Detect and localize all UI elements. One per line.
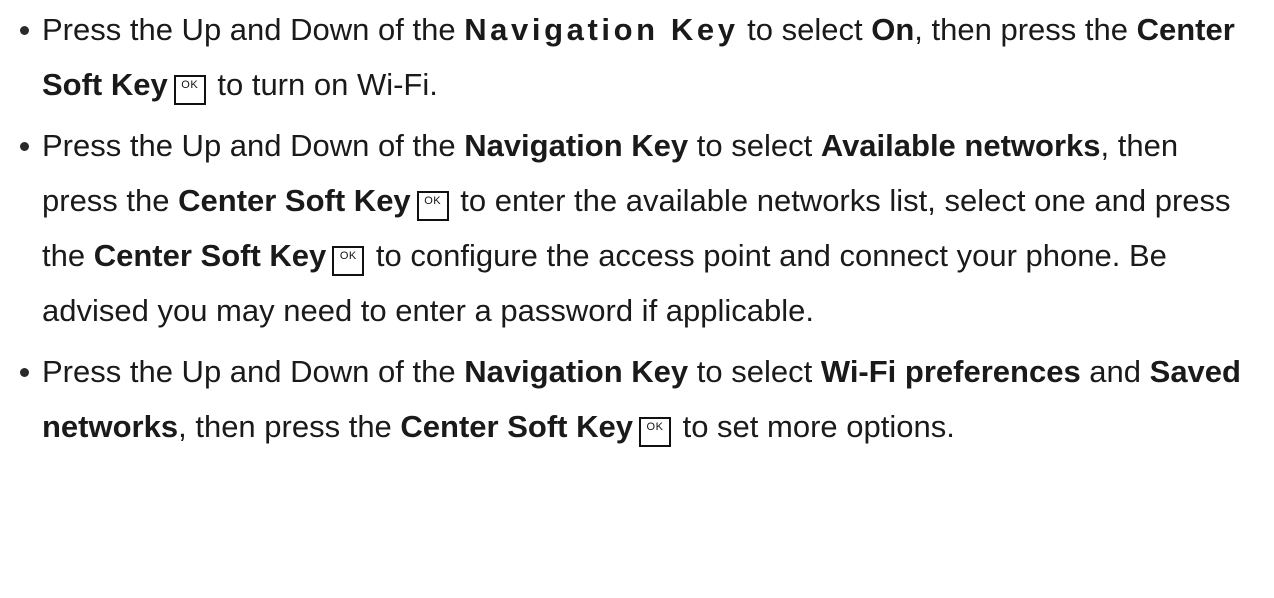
instruction-list: Press the Up and Down of the Navigation … xyxy=(0,0,1274,454)
instruction-text: to turn on Wi-Fi. xyxy=(208,67,438,102)
instruction-text: and xyxy=(1080,354,1150,389)
ok-key-icon: OK xyxy=(173,75,206,105)
list-item-wifi-preferences: Press the Up and Down of the Navigation … xyxy=(0,344,1274,454)
bullet-icon xyxy=(20,368,29,377)
key-name-center-soft: Center Soft Key xyxy=(178,183,411,218)
list-item-available-networks: Press the Up and Down of the Navigation … xyxy=(0,118,1274,338)
instruction-text: to set more options. xyxy=(673,409,955,444)
key-name-center-soft: Center Soft Key xyxy=(400,409,633,444)
option-name-available-networks: Available networks xyxy=(820,128,1101,163)
key-name-navigation: Navigation Key xyxy=(464,12,739,47)
bullet-icon xyxy=(20,142,29,151)
ok-key-icon: OK xyxy=(638,417,671,447)
instruction-text: Press the Up and Down of the xyxy=(42,354,465,389)
instruction-text: to select xyxy=(688,354,821,389)
instruction-text: to select xyxy=(688,128,821,163)
ok-key-icon: OK xyxy=(416,191,449,221)
ok-key-icon: OK xyxy=(332,246,365,276)
key-name-navigation: Navigation Key xyxy=(464,354,689,389)
list-item-turn-on-wifi: Press the Up and Down of the Navigation … xyxy=(0,2,1274,112)
instruction-text: , then press the xyxy=(178,409,401,444)
key-name-center-soft: Center Soft Key xyxy=(93,238,327,273)
key-name-navigation: Navigation Key xyxy=(464,128,689,163)
option-name-wifi-preferences: Wi-Fi preferences xyxy=(820,354,1081,389)
option-name-on: On xyxy=(871,12,915,47)
instruction-text: , then press the xyxy=(914,12,1137,47)
instruction-text: to select xyxy=(738,12,872,47)
instruction-text: Press the Up and Down of the xyxy=(42,128,465,163)
bullet-icon xyxy=(20,26,29,35)
instruction-text: Press the Up and Down of the xyxy=(42,12,465,47)
